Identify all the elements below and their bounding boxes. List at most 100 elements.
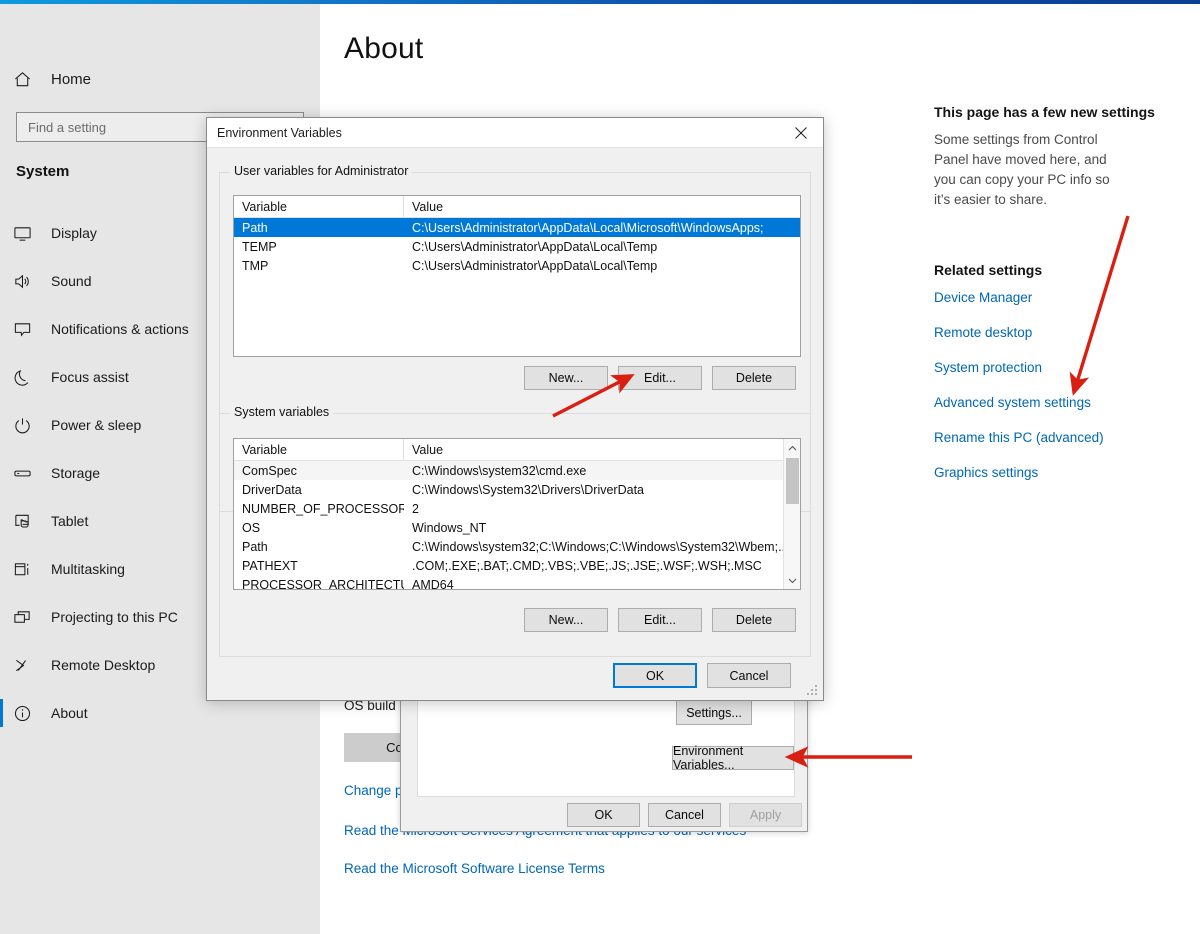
cell-variable: PROCESSOR_ARCHITECTURE [242,577,404,590]
system-variables-list[interactable]: Variable Value ComSpec C:\Windows\system… [233,438,801,590]
table-row[interactable]: TMP C:\Users\Administrator\AppData\Local… [234,256,800,275]
column-header-variable: Variable [234,196,404,218]
sidebar-item-label: Remote Desktop [51,657,156,673]
cell-value: C:\Windows\system32;C:\Windows;C:\Window… [412,539,784,554]
sidebar-item-label: Notifications & actions [51,321,189,337]
sidebar-item-home[interactable]: Home [0,58,320,100]
sidebar-item-label: About [51,705,88,721]
cell-variable: DriverData [242,482,302,497]
user-edit-button[interactable]: Edit... [618,366,702,390]
cell-value: 2 [412,501,419,516]
link-remote-desktop[interactable]: Remote desktop [934,325,1184,340]
ev-dialog-title: Environment Variables [217,126,342,140]
link-rename-this-pc[interactable]: Rename this PC (advanced) [934,430,1184,445]
user-new-button[interactable]: New... [524,366,608,390]
home-icon [13,70,47,89]
cell-value: Windows_NT [412,520,487,535]
sidebar-item-label: Projecting to this PC [51,609,178,625]
column-header-value: Value [412,200,444,214]
cell-value: C:\Windows\System32\Drivers\DriverData [412,482,644,497]
cell-variable: TMP [242,258,269,273]
scrollbar-thumb[interactable] [786,458,799,504]
speaker-icon [13,272,47,291]
environment-variables-button[interactable]: Environment Variables... [672,744,794,772]
system-edit-button[interactable]: Edit... [618,608,702,632]
cell-variable: NUMBER_OF_PROCESSORS [242,501,404,516]
cell-variable: TEMP [242,239,277,254]
user-variables-header: Variable Value [234,196,800,218]
remote-desktop-icon [13,656,47,675]
cell-value: .COM;.EXE;.BAT;.CMD;.VBS;.VBE;.JS;.JSE;.… [412,558,762,573]
sidebar-item-label: Display [51,225,97,241]
cell-value: C:\Windows\system32\cmd.exe [412,463,587,478]
sidebar-item-label: Storage [51,465,101,481]
info-paragraph: Some settings from Control Panel have mo… [934,132,1110,207]
home-label: Home [51,70,92,88]
cell-variable: Path [242,220,268,235]
system-new-button[interactable]: New... [524,608,608,632]
page-title: About [344,32,424,65]
info-heading: This page has a few new settings [934,104,1155,120]
link-device-manager[interactable]: Device Manager [934,290,1184,305]
cell-value: C:\Users\Administrator\AppData\Local\Tem… [412,258,658,273]
table-row[interactable]: PATHEXT .COM;.EXE;.BAT;.CMD;.VBS;.VBE;.J… [234,556,800,575]
system-variables-header: Variable Value [234,439,800,461]
sidebar-item-label: Tablet [51,513,89,529]
system-variables-legend: System variables [230,405,334,419]
sidebar-item-label: Multitasking [51,561,125,577]
sysprops-cancel-button[interactable]: Cancel [648,803,721,827]
table-row[interactable]: Path C:\Users\Administrator\AppData\Loca… [234,218,800,237]
related-settings-heading: Related settings [934,262,1043,278]
screen: Settings Home [0,0,1200,934]
table-row[interactable]: NUMBER_OF_PROCESSORS 2 [234,499,800,518]
cell-value: AMD64 [412,577,454,590]
cell-variable: ComSpec [242,463,297,478]
info-circle-icon [13,704,47,723]
user-variables-legend: User variables for Administrator [230,164,413,178]
table-row[interactable]: ComSpec C:\Windows\system32\cmd.exe [234,461,800,480]
project-screen-icon [13,608,47,627]
table-row[interactable]: DriverData C:\Windows\System32\Drivers\D… [234,480,800,499]
column-header-value: Value [412,443,444,457]
link-graphics-settings[interactable]: Graphics settings [934,465,1184,480]
info-panel: This page has a few new settings Some se… [934,104,1184,500]
cell-variable: OS [242,520,261,535]
settings-window: Settings Home [0,4,1200,934]
ev-title-bar: Environment Variables [207,118,823,148]
drive-icon [13,464,47,483]
change-product-key-link[interactable]: Change p [344,783,403,798]
sysprops-ok-button[interactable]: OK [567,803,640,827]
column-header-variable: Variable [234,439,404,461]
table-row[interactable]: Path C:\Windows\system32;C:\Windows;C:\W… [234,537,800,556]
system-variables-scrollbar[interactable] [783,439,800,589]
sysprops-apply-button: Apply [729,803,802,827]
system-delete-button[interactable]: Delete [712,608,796,632]
table-row[interactable]: OS Windows_NT [234,518,800,537]
moon-icon [13,368,47,387]
scroll-up-icon[interactable] [784,439,800,456]
sidebar-item-label: Focus assist [51,369,129,385]
chat-bubble-icon [13,320,47,339]
resize-grip[interactable] [807,685,819,697]
cell-value: C:\Users\Administrator\AppData\Local\Mic… [412,220,764,235]
software-license-link[interactable]: Read the Microsoft Software License Term… [344,861,605,876]
link-advanced-system-settings[interactable]: Advanced system settings [934,395,1184,410]
ev-cancel-button[interactable]: Cancel [707,663,791,688]
user-variables-list[interactable]: Variable Value Path C:\Users\Administrat… [233,195,801,357]
multitasking-icon [13,560,47,579]
user-delete-button[interactable]: Delete [712,366,796,390]
cell-variable: PATHEXT [242,558,298,573]
cell-variable: Path [242,539,268,554]
table-row[interactable]: PROCESSOR_ARCHITECTURE AMD64 [234,575,800,590]
sidebar-item-label: Power & sleep [51,417,142,433]
scroll-down-icon[interactable] [784,572,800,589]
monitor-icon [13,224,47,243]
table-row[interactable]: TEMP C:\Users\Administrator\AppData\Loca… [234,237,800,256]
tablet-touch-icon [13,512,47,531]
link-system-protection[interactable]: System protection [934,360,1184,375]
ev-close-button[interactable] [779,118,823,147]
power-icon [13,416,47,435]
ev-ok-button[interactable]: OK [613,663,697,688]
sidebar-item-label: Sound [51,273,92,289]
settings-button[interactable]: Settings... [676,700,752,725]
